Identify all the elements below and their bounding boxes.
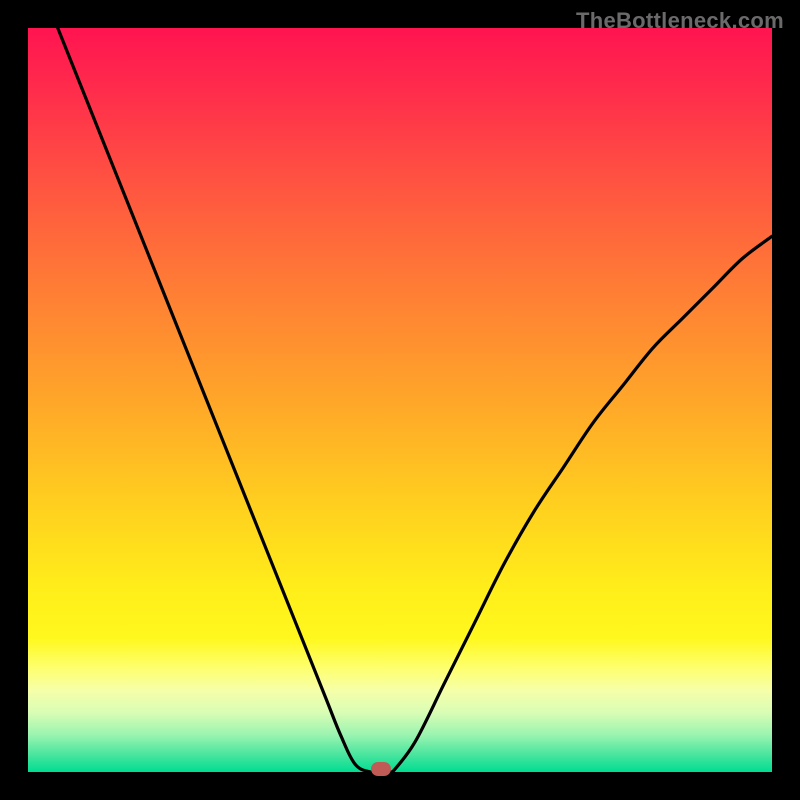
curve-left-branch bbox=[58, 28, 370, 772]
curve-right-branch bbox=[393, 236, 772, 772]
chart-frame: TheBottleneck.com bbox=[0, 0, 800, 800]
watermark-text: TheBottleneck.com bbox=[576, 8, 784, 34]
optimum-marker bbox=[371, 762, 391, 776]
bottleneck-curve bbox=[28, 28, 772, 772]
plot-area bbox=[28, 28, 772, 772]
